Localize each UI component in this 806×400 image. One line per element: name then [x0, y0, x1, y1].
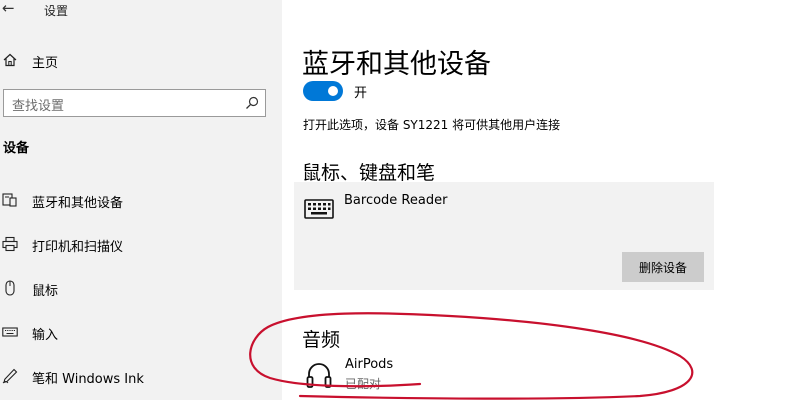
toggle-knob — [328, 86, 338, 96]
nav-home[interactable]: 主页 — [0, 48, 282, 72]
group-title-audio: 音频 — [302, 329, 341, 351]
sidebar: ← 设置 主页 查找设置 设备 蓝牙和其他设备 打印机和扫描仪 鼠标 输入 笔和… — [0, 0, 282, 400]
search-placeholder: 查找设置 — [12, 99, 65, 114]
audio-device-name: AirPods — [345, 357, 394, 372]
sidebar-item-printers[interactable]: 打印机和扫描仪 — [0, 230, 282, 258]
section-header-devices: 设备 — [3, 141, 30, 156]
audio-device-status: 已配对 — [345, 377, 382, 391]
device-card-barcode-reader[interactable]: Barcode Reader 删除设备 — [294, 182, 714, 290]
main-content: 蓝牙和其他设备 开 打开此选项，设备 SY1221 将可供其他用户连接 鼠标、键… — [282, 0, 806, 400]
home-label: 主页 — [32, 56, 59, 71]
page-title: 蓝牙和其他设备 — [302, 49, 491, 80]
pen-icon — [2, 368, 18, 384]
sidebar-item-pen[interactable]: 笔和 Windows Ink — [0, 362, 282, 390]
keyboard-icon — [304, 199, 334, 219]
keyboard-icon — [2, 327, 18, 337]
group-title-input-devices: 鼠标、键盘和笔 — [302, 162, 436, 184]
printer-icon — [2, 236, 18, 252]
headphones-icon — [306, 363, 332, 388]
bluetooth-devices-icon — [2, 193, 17, 207]
title-bar: ← 设置 — [0, 0, 282, 20]
sidebar-item-label: 打印机和扫描仪 — [32, 240, 124, 255]
toggle-state-label: 开 — [354, 86, 368, 101]
sidebar-item-label: 蓝牙和其他设备 — [32, 196, 124, 211]
home-icon — [3, 53, 17, 67]
mouse-icon — [5, 280, 15, 296]
sidebar-item-label: 笔和 Windows Ink — [32, 372, 144, 387]
sidebar-item-typing[interactable]: 输入 — [0, 318, 282, 346]
back-button[interactable]: ← — [2, 0, 22, 18]
search-icon[interactable] — [245, 96, 259, 110]
sidebar-item-bluetooth[interactable]: 蓝牙和其他设备 — [0, 186, 282, 214]
remove-device-button[interactable]: 删除设备 — [622, 252, 704, 282]
device-name: Barcode Reader — [344, 193, 448, 208]
search-input[interactable]: 查找设置 — [3, 89, 266, 117]
window-title: 设置 — [44, 4, 69, 18]
sidebar-item-mouse[interactable]: 鼠标 — [0, 274, 282, 302]
sidebar-item-label: 输入 — [32, 328, 59, 343]
sidebar-item-label: 鼠标 — [32, 284, 59, 299]
discoverable-text: 打开此选项，设备 SY1221 将可供其他用户连接 — [303, 118, 561, 132]
bluetooth-toggle[interactable] — [303, 81, 343, 101]
